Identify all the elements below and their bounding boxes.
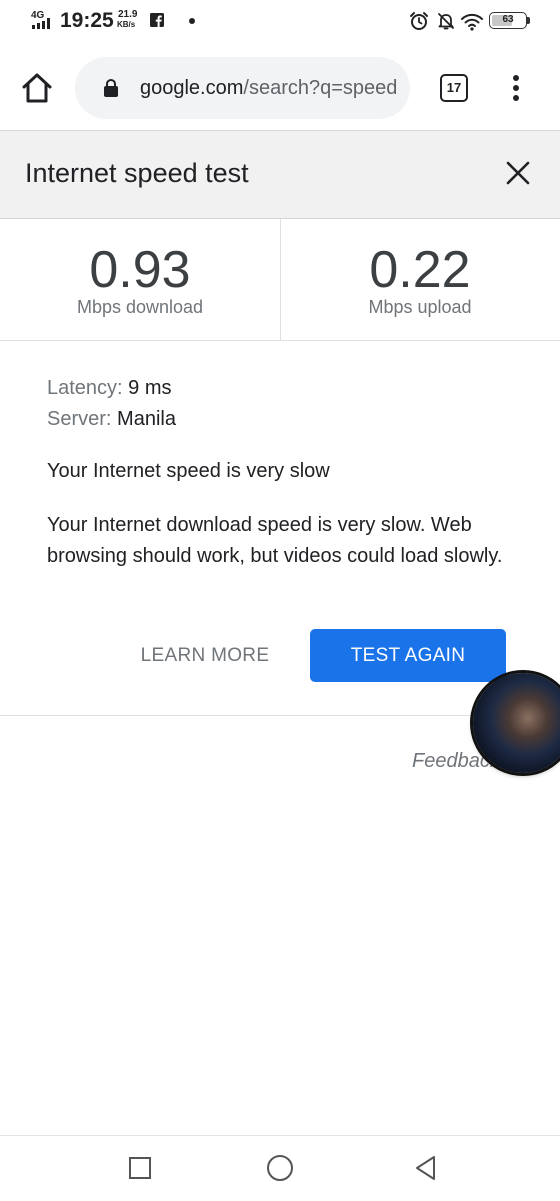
latency-label: Latency:: [47, 377, 123, 399]
nav-home-icon[interactable]: [267, 1155, 293, 1181]
download-value: 0.93: [89, 241, 191, 299]
url-path: /search?q=speed: [243, 77, 396, 99]
download-result: 0.93 Mbps download: [0, 240, 280, 318]
alarm-icon: [410, 12, 428, 30]
test-again-button[interactable]: TEST AGAIN: [310, 629, 506, 682]
signal-icon: [32, 18, 50, 29]
learn-more-button[interactable]: LEARN MORE: [126, 630, 284, 682]
latency-value: 9 ms: [128, 377, 172, 399]
tabs-icon[interactable]: 17: [440, 74, 468, 102]
speed-summary: Your Internet speed is very slow: [47, 460, 330, 482]
wifi-icon: [461, 13, 483, 31]
upload-value: 0.22: [369, 241, 471, 299]
overflow-menu-icon[interactable]: [508, 72, 524, 104]
lock-icon[interactable]: [103, 79, 119, 97]
notification-dot-icon: [189, 18, 195, 24]
speed-description: Your Internet download speed is very slo…: [47, 514, 503, 567]
home-icon[interactable]: [20, 72, 54, 104]
status-time: 19:25: [60, 9, 114, 32]
download-label: Mbps download: [76, 297, 204, 317]
upload-result: 0.22 Mbps upload: [280, 240, 560, 318]
data-speed-value: 21.9: [118, 9, 138, 20]
bell-off-icon: [438, 13, 454, 30]
server-row: Server: Manila: [47, 408, 176, 431]
battery-tip: [527, 17, 530, 24]
facebook-icon: [150, 13, 164, 27]
close-icon[interactable]: [500, 155, 536, 191]
latency-row: Latency: 9 ms: [47, 377, 172, 400]
results-divider-bottom: [0, 340, 560, 341]
back-icon[interactable]: [412, 1154, 440, 1182]
battery-icon: 63: [489, 12, 527, 29]
recent-apps-icon[interactable]: [129, 1157, 151, 1179]
data-speed-unit: KB/s: [117, 20, 136, 29]
server-value: Manila: [117, 408, 176, 430]
url-text[interactable]: google.com/search?q=speed: [140, 77, 396, 100]
speed-test-title: Internet speed test: [25, 158, 249, 188]
battery-level: 63: [502, 14, 514, 25]
server-label: Server:: [47, 408, 112, 430]
url-domain: google.com: [140, 77, 244, 99]
upload-label: Mbps upload: [368, 297, 472, 317]
